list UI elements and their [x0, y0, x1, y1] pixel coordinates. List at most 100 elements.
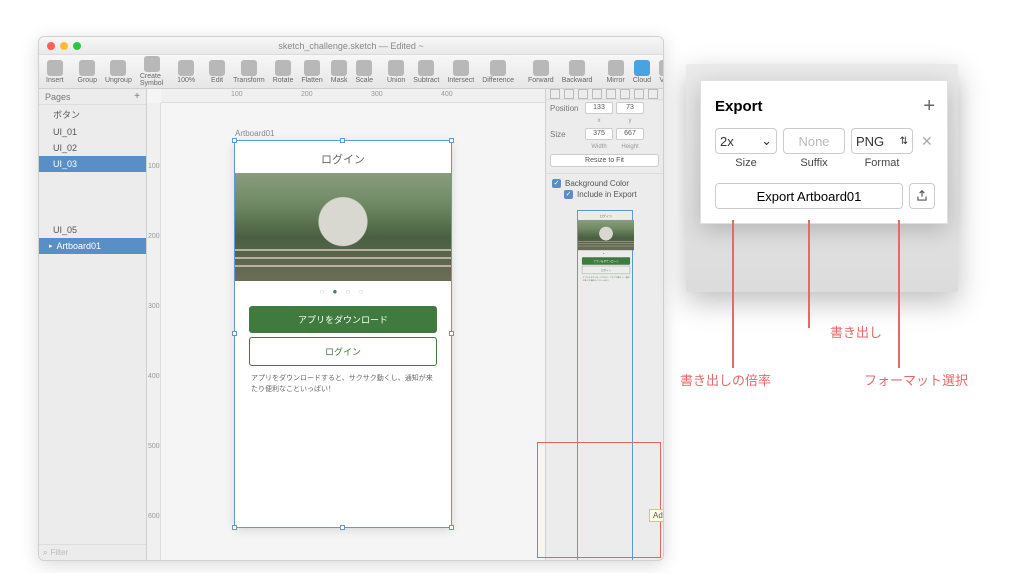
selection-handle[interactable] — [449, 525, 454, 530]
toolbar-group[interactable]: Group — [75, 60, 100, 84]
checkbox-icon[interactable]: ✓ — [564, 190, 573, 199]
export-suffix-input[interactable]: None — [783, 128, 845, 154]
suffix-label: Suffix — [783, 157, 845, 169]
pages-header: Pages + — [39, 89, 146, 105]
toolbar-difference[interactable]: Difference — [479, 60, 517, 84]
selection-handle[interactable] — [340, 525, 345, 530]
resize-to-fit-button[interactable]: Resize to Fit — [550, 154, 659, 167]
height-field[interactable]: 667 — [616, 128, 644, 140]
page-item[interactable]: ボタン — [39, 105, 146, 124]
group-icon — [79, 60, 95, 76]
intersect-icon — [453, 60, 469, 76]
align-tools[interactable] — [546, 89, 663, 100]
selection-handle[interactable] — [232, 525, 237, 530]
layer-artboard[interactable]: Artboard01 — [39, 238, 146, 254]
page-item[interactable]: UI_02 — [39, 140, 146, 156]
align-icon[interactable] — [564, 89, 574, 99]
inspector-panel: Position 133 73 x y Size 375 667 Width H… — [545, 89, 663, 560]
selection-handle[interactable] — [449, 138, 454, 143]
share-icon[interactable] — [909, 183, 935, 209]
export-format-select[interactable]: PNG ⇅ — [851, 128, 913, 154]
artboard-title: ログイン — [235, 141, 451, 173]
export-size-select[interactable]: 2x ⌄ — [715, 128, 777, 154]
pages-panel: Pages + ボタン UI_01 UI_02 UI_03 UI_05 Artb… — [39, 89, 147, 560]
page-item[interactable]: UI_01 — [39, 124, 146, 140]
chevron-down-icon: ⌄ — [761, 133, 772, 149]
canvas[interactable]: 100 200 300 400 100 200 300 400 500 600 … — [147, 89, 545, 560]
search-icon: ⌕ — [43, 548, 47, 558]
login-button: ログイン — [249, 337, 437, 366]
y-field[interactable]: 73 — [616, 102, 644, 114]
format-label: Format — [851, 157, 913, 169]
download-button: アプリをダウンロード — [249, 306, 437, 333]
maximize-icon[interactable] — [73, 42, 81, 50]
union-icon — [388, 60, 404, 76]
align-icon[interactable] — [620, 89, 630, 99]
include-export-label: Include in Export — [577, 190, 637, 199]
artboard-body-text: アプリをダウンロードすると、サクサク動くし、通知が来たり便利なこといっぱい！ — [235, 370, 451, 399]
toolbar-union[interactable]: Union — [384, 60, 408, 84]
add-export-icon[interactable]: + — [923, 95, 935, 118]
main-area: Pages + ボタン UI_01 UI_02 UI_03 UI_05 Artb… — [39, 89, 663, 560]
toolbar-intersect[interactable]: Intersect — [444, 60, 477, 84]
toolbar-backward[interactable]: Backward — [559, 60, 596, 84]
scale-icon — [356, 60, 372, 76]
align-icon[interactable] — [606, 89, 616, 99]
titlebar: sketch_challenge.sketch — Edited ~ — [39, 37, 663, 55]
subtract-icon — [418, 60, 434, 76]
horizontal-ruler: 100 200 300 400 — [161, 89, 545, 103]
width-field[interactable]: 375 — [585, 128, 613, 140]
toolbar-edit[interactable]: Edit — [206, 60, 228, 84]
toolbar-mask[interactable]: Mask — [328, 60, 351, 84]
selection-handle[interactable] — [232, 331, 237, 336]
annotation-scale: 書き出しの倍率 — [680, 370, 771, 389]
edit-icon — [209, 60, 225, 76]
filter-field[interactable]: ⌕ Filter — [39, 544, 146, 560]
page-item[interactable]: UI_05 — [39, 222, 146, 238]
align-icon[interactable] — [648, 89, 658, 99]
annotation-suffix: 書き出し — [830, 322, 882, 341]
toolbar-mirror[interactable]: Mirror — [603, 60, 627, 84]
symbol-icon — [144, 56, 160, 72]
align-icon[interactable] — [634, 89, 644, 99]
artboard-preview: ログイン ○ ● ○ ○ アプリをダウンロード ログイン アプリをダウンロードす… — [577, 210, 633, 560]
checkbox-icon[interactable]: ✓ — [552, 179, 561, 188]
toolbar-scale[interactable]: Scale — [352, 60, 376, 84]
toolbar-ungroup[interactable]: Ungroup — [102, 60, 135, 84]
artboard[interactable]: ログイン ○ ● ○ ○ アプリをダウンロード ログイン アプリをダウンロードす… — [235, 141, 451, 527]
remove-export-icon[interactable]: ✕ — [919, 133, 935, 150]
annotation-format: フォーマット選択 — [864, 370, 968, 389]
align-icon[interactable] — [578, 89, 588, 99]
toolbar-insert[interactable]: Insert — [43, 60, 67, 84]
export-header: Export — [715, 98, 763, 115]
toolbar-zoom[interactable]: 100% — [174, 60, 198, 84]
page-item-active[interactable]: UI_03 — [39, 156, 146, 172]
x-field[interactable]: 133 — [585, 102, 613, 114]
close-icon[interactable] — [47, 42, 55, 50]
selection-handle[interactable] — [340, 138, 345, 143]
window-title: sketch_challenge.sketch — Edited ~ — [278, 41, 423, 51]
tooltip: Add new export size — [649, 509, 664, 522]
export-artboard-button[interactable]: Export Artboard01 — [715, 183, 903, 209]
selection-handle[interactable] — [449, 331, 454, 336]
selection-handle[interactable] — [232, 138, 237, 143]
toolbar-transform[interactable]: Transform — [230, 60, 268, 84]
add-page-icon[interactable]: + — [134, 91, 140, 102]
size-label: Size — [715, 157, 777, 169]
cloud-icon — [634, 60, 650, 76]
toolbar-flatten[interactable]: Flatten — [298, 60, 325, 84]
mask-icon — [331, 60, 347, 76]
toolbar-subtract[interactable]: Subtract — [410, 60, 442, 84]
toolbar-view[interactable]: View — [656, 60, 664, 84]
artboard-label: Artboard01 — [235, 129, 275, 138]
toolbar-forward[interactable]: Forward — [525, 60, 557, 84]
align-icon[interactable] — [592, 89, 602, 99]
toolbar-cloud[interactable]: Cloud — [630, 60, 654, 84]
annotation-line — [808, 220, 810, 328]
toolbar-rotate[interactable]: Rotate — [270, 60, 297, 84]
difference-icon — [490, 60, 506, 76]
toolbar-create-symbol[interactable]: Create Symbol — [137, 56, 166, 87]
zoom-icon — [178, 60, 194, 76]
minimize-icon[interactable] — [60, 42, 68, 50]
align-icon[interactable] — [550, 89, 560, 99]
